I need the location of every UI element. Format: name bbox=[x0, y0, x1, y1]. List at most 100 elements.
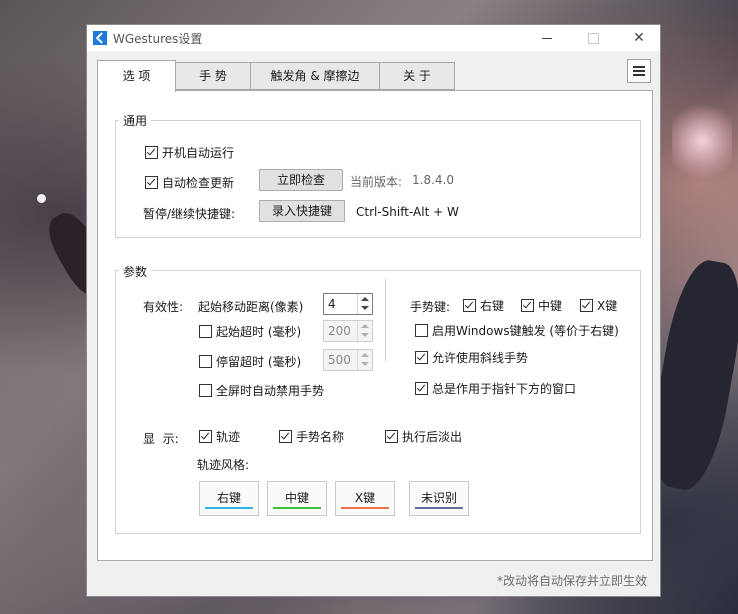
settings-window: WGestures设置 ✕ 选 项 手 势 触发角 & 摩擦边 关 于 通用 开… bbox=[86, 24, 661, 597]
background-flower bbox=[672, 96, 732, 186]
checkbox-box bbox=[385, 430, 398, 443]
minimize-button[interactable] bbox=[524, 25, 570, 51]
up-arrow-icon bbox=[361, 297, 369, 301]
window-title: WGestures设置 bbox=[113, 32, 203, 46]
diagonal-label: 允许使用斜线手势 bbox=[432, 351, 529, 365]
hotkey-label: 暂停/继续快捷键: bbox=[143, 207, 236, 221]
stepper-value: 4 bbox=[328, 297, 336, 311]
divider bbox=[385, 279, 386, 361]
down-arrow-icon bbox=[361, 333, 369, 337]
right-key-label: 右键 bbox=[480, 299, 505, 313]
check-now-button[interactable]: 立即检查 bbox=[259, 169, 343, 191]
style-button-x[interactable]: X键 bbox=[335, 481, 395, 516]
tab-hot-corners[interactable]: 触发角 & 摩擦边 bbox=[250, 62, 380, 90]
start-timeout-checkbox[interactable]: 起始超时 (毫秒) bbox=[199, 323, 301, 340]
fullscreen-disable-checkbox[interactable]: 全屏时自动禁用手势 bbox=[199, 382, 324, 399]
start-timeout-label: 起始超时 (毫秒) bbox=[216, 325, 302, 339]
checkbox-box bbox=[199, 325, 212, 338]
trail-style-label: 轨迹风格: bbox=[197, 458, 250, 472]
style-color-line bbox=[205, 507, 253, 509]
right-key-checkbox[interactable]: 右键 bbox=[463, 297, 504, 314]
x-key-label: X键 bbox=[597, 299, 618, 313]
gesture-name-checkbox[interactable]: 手势名称 bbox=[279, 428, 344, 445]
start-distance-stepper[interactable]: 4 bbox=[323, 293, 373, 315]
windows-key-label: 启用Windows键触发 (等价于右键) bbox=[432, 324, 619, 338]
middle-key-checkbox[interactable]: 中键 bbox=[521, 297, 562, 314]
menu-icon-bar bbox=[633, 70, 645, 72]
checkbox-box bbox=[145, 176, 158, 189]
checkbox-box bbox=[199, 430, 212, 443]
effectiveness-label: 有效性: bbox=[143, 300, 184, 314]
close-button[interactable]: ✕ bbox=[616, 25, 662, 51]
style-color-line bbox=[415, 507, 463, 509]
down-arrow-icon bbox=[361, 362, 369, 366]
menu-button[interactable] bbox=[627, 59, 651, 83]
version-label: 当前版本: bbox=[350, 175, 403, 189]
style-button-label: 中键 bbox=[284, 491, 309, 505]
minimize-icon bbox=[542, 37, 552, 39]
stay-timeout-stepper[interactable]: 500 bbox=[323, 349, 373, 371]
stepper-arrows[interactable] bbox=[357, 350, 372, 370]
autostart-checkbox[interactable]: 开机自动运行 bbox=[145, 144, 234, 161]
checkbox-box bbox=[415, 324, 428, 337]
checkbox-box bbox=[463, 299, 476, 312]
style-button-right[interactable]: 右键 bbox=[199, 481, 259, 516]
gesture-key-label: 手势键: bbox=[410, 300, 451, 314]
version-value: 1.8.4.0 bbox=[412, 173, 454, 187]
tab-about[interactable]: 关 于 bbox=[379, 62, 455, 90]
windows-key-checkbox[interactable]: 启用Windows键触发 (等价于右键) bbox=[415, 322, 619, 339]
x-key-checkbox[interactable]: X键 bbox=[580, 297, 617, 314]
close-icon: ✕ bbox=[633, 30, 645, 46]
style-button-unrecognized[interactable]: 未识别 bbox=[409, 481, 469, 516]
general-group-title: 通用 bbox=[119, 112, 152, 129]
up-arrow-icon bbox=[361, 353, 369, 357]
stepper-arrows[interactable] bbox=[357, 321, 372, 341]
autostart-label: 开机自动运行 bbox=[162, 146, 235, 160]
style-button-middle[interactable]: 中键 bbox=[267, 481, 327, 516]
gesture-name-label: 手势名称 bbox=[296, 430, 345, 444]
down-arrow-icon bbox=[361, 306, 369, 310]
under-pointer-checkbox[interactable]: 总是作用于指针下方的窗口 bbox=[415, 380, 576, 397]
stepper-value: 500 bbox=[328, 353, 351, 367]
checkbox-box bbox=[199, 355, 212, 368]
fade-after-checkbox[interactable]: 执行后淡出 bbox=[385, 428, 462, 445]
app-icon bbox=[93, 31, 107, 45]
tab-gestures[interactable]: 手 势 bbox=[175, 62, 251, 90]
trail-label: 轨迹 bbox=[216, 430, 241, 444]
style-color-line bbox=[341, 507, 389, 509]
style-button-label: X键 bbox=[354, 491, 376, 505]
footer-note: *改动将自动保存并立即生效 bbox=[497, 574, 648, 588]
autoupdate-label: 自动检查更新 bbox=[162, 176, 235, 190]
tab-options[interactable]: 选 项 bbox=[97, 60, 176, 92]
start-distance-label: 起始移动距离(像素) bbox=[198, 300, 304, 314]
display-label: 显 示: bbox=[143, 432, 179, 446]
checkbox-box bbox=[415, 382, 428, 395]
middle-key-label: 中键 bbox=[538, 299, 563, 313]
menu-icon-bar bbox=[633, 74, 645, 76]
checkbox-box bbox=[415, 351, 428, 364]
stay-timeout-label: 停留超时 (毫秒) bbox=[216, 355, 302, 369]
checkbox-box bbox=[199, 384, 212, 397]
record-hotkey-button[interactable]: 录入快捷键 bbox=[259, 200, 345, 222]
style-button-label: 右键 bbox=[216, 491, 241, 505]
checkbox-box bbox=[279, 430, 292, 443]
stay-timeout-checkbox[interactable]: 停留超时 (毫秒) bbox=[199, 353, 301, 370]
autoupdate-checkbox[interactable]: 自动检查更新 bbox=[145, 174, 234, 191]
maximize-icon bbox=[587, 32, 599, 44]
start-timeout-stepper[interactable]: 200 bbox=[323, 320, 373, 342]
background-dot bbox=[37, 194, 46, 203]
hotkey-value: Ctrl-Shift-Alt + W bbox=[356, 205, 459, 219]
params-group-title: 参数 bbox=[119, 263, 152, 280]
checkbox-box bbox=[521, 299, 534, 312]
maximize-button[interactable] bbox=[570, 25, 616, 51]
style-button-label: 未识别 bbox=[420, 491, 457, 505]
trail-checkbox[interactable]: 轨迹 bbox=[199, 428, 240, 445]
menu-icon bbox=[633, 66, 645, 68]
style-color-line bbox=[273, 507, 321, 509]
diagonal-checkbox[interactable]: 允许使用斜线手势 bbox=[415, 349, 528, 366]
stepper-value: 200 bbox=[328, 324, 351, 338]
fade-after-label: 执行后淡出 bbox=[402, 430, 463, 444]
stepper-arrows[interactable] bbox=[357, 294, 372, 314]
under-pointer-label: 总是作用于指针下方的窗口 bbox=[432, 382, 577, 396]
checkbox-box bbox=[145, 146, 158, 159]
